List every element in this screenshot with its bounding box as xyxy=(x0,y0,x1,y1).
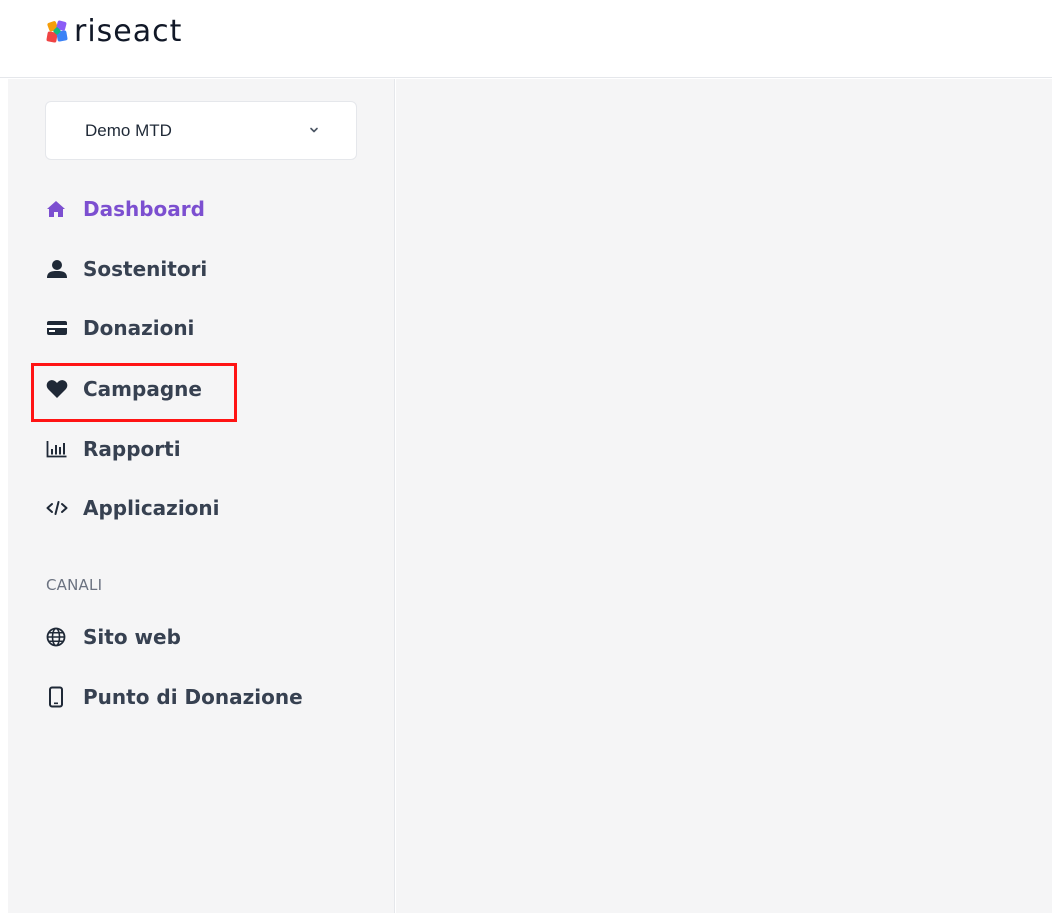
sidebar-item-label: Punto di Donazione xyxy=(83,685,303,709)
sidebar-item-label: Sostenitori xyxy=(83,257,208,281)
user-icon xyxy=(46,258,70,280)
organization-selector[interactable]: Demo MTD xyxy=(45,101,357,160)
sidebar-item-sito-web[interactable]: Sito web xyxy=(46,620,181,654)
heart-icon xyxy=(46,378,70,400)
code-icon xyxy=(46,497,70,519)
home-icon xyxy=(46,198,70,220)
main-content xyxy=(396,79,1052,913)
sidebar-item-sostenitori[interactable]: Sostenitori xyxy=(46,252,207,286)
sidebar-item-campagne[interactable]: Campagne xyxy=(46,372,202,406)
sidebar-item-label: Campagne xyxy=(83,377,202,401)
top-bar: riseact xyxy=(0,0,1052,78)
sidebar-item-label: Rapporti xyxy=(83,437,181,461)
bar-chart-icon xyxy=(46,438,70,460)
credit-card-icon xyxy=(46,317,70,339)
sidebar-item-punto-di-donazione[interactable]: Punto di Donazione xyxy=(46,680,303,714)
brand-name: riseact xyxy=(74,14,183,49)
sidebar-item-label: Applicazioni xyxy=(83,496,220,520)
sidebar-item-dashboard[interactable]: Dashboard xyxy=(46,192,205,226)
sidebar-item-label: Donazioni xyxy=(83,316,195,340)
mobile-icon xyxy=(46,686,70,708)
sidebar-item-label: Sito web xyxy=(83,625,181,649)
organization-selector-value: Demo MTD xyxy=(85,120,172,140)
riseact-logo[interactable]: riseact xyxy=(45,12,182,52)
globe-icon xyxy=(46,626,70,648)
sidebar-item-rapporti[interactable]: Rapporti xyxy=(46,432,181,466)
sidebar: Demo MTD Dashboard Sostenitori Donazioni… xyxy=(8,79,395,913)
sidebar-item-donazioni[interactable]: Donazioni xyxy=(46,311,194,345)
sidebar-item-label: Dashboard xyxy=(83,197,205,221)
riseact-logo-icon xyxy=(46,20,68,43)
channels-heading: CANALI xyxy=(46,576,103,594)
chevron-down-icon xyxy=(310,127,318,133)
sidebar-item-applicazioni[interactable]: Applicazioni xyxy=(46,491,220,525)
